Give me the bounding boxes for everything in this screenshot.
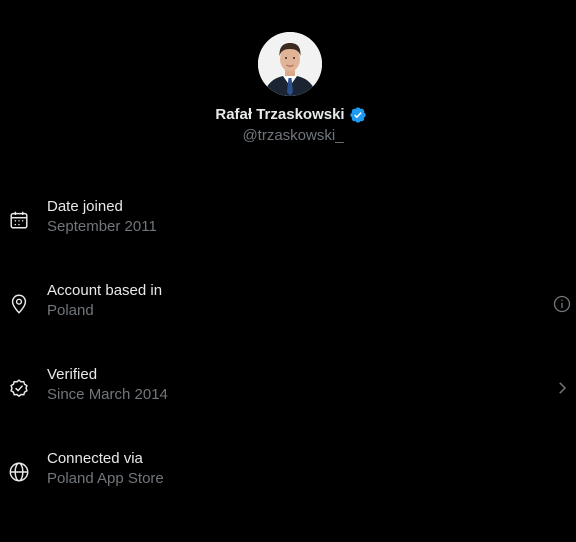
- location-pin-icon: [8, 293, 30, 315]
- row-connected-via: Connected via Poland App Store: [0, 449, 576, 497]
- row-title-connected-via: Connected via: [47, 450, 143, 467]
- calendar-icon: [8, 209, 30, 231]
- profile-header: Rafał Trzaskowski @trzaskowski_: [0, 0, 576, 160]
- row-value-account-based-in: Poland: [47, 302, 94, 319]
- name-row: Rafał Trzaskowski: [0, 104, 576, 126]
- info-icon[interactable]: [550, 292, 574, 316]
- row-value-date-joined: September 2011: [47, 218, 157, 235]
- row-value-verified: Since March 2014: [47, 386, 168, 403]
- row-verified[interactable]: Verified Since March 2014: [0, 365, 576, 413]
- verified-badge-icon[interactable]: [349, 106, 367, 124]
- row-title-date-joined: Date joined: [47, 198, 123, 215]
- row-title-account-based-in: Account based in: [47, 282, 163, 299]
- profile-photo-icon: [258, 32, 322, 96]
- chevron-right-icon[interactable]: [550, 376, 574, 400]
- row-value-connected-via: Poland App Store: [47, 470, 164, 487]
- verified-check-icon: [8, 377, 30, 399]
- row-account-based-in: Account based in Poland: [0, 281, 576, 329]
- row-title-verified: Verified: [47, 366, 98, 383]
- globe-icon: [8, 461, 30, 483]
- user-handle[interactable]: @trzaskowski_: [0, 126, 576, 146]
- display-name[interactable]: Rafał Trzaskowski: [215, 105, 344, 125]
- row-date-joined: Date joined September 2011: [0, 197, 576, 245]
- avatar[interactable]: [258, 32, 322, 96]
